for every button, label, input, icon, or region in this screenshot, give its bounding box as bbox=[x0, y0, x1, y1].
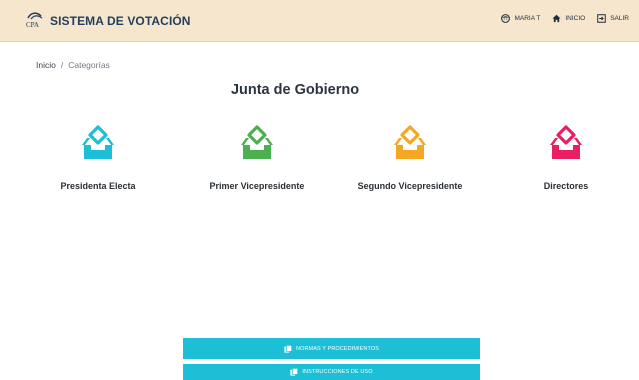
instructions-button-label: INSTRUCCIONES DE USO bbox=[302, 369, 373, 375]
app-title: SISTEMA DE VOTACIÓN bbox=[50, 14, 191, 28]
documents-icon bbox=[290, 368, 299, 376]
app-header: CPA SISTEMA DE VOTACIÓN MARIA T INICIO S… bbox=[0, 0, 639, 42]
logo-text: CPA bbox=[26, 21, 39, 29]
home-link[interactable]: INICIO bbox=[552, 14, 585, 23]
ballot-box-icon bbox=[550, 125, 582, 159]
ballot-box-icon bbox=[241, 125, 273, 159]
user-name: MARIA T bbox=[514, 15, 541, 22]
ballot-box-icon bbox=[82, 125, 114, 159]
breadcrumb-home[interactable]: Inicio bbox=[36, 60, 56, 70]
logout-link[interactable]: SALIR bbox=[597, 14, 629, 23]
logout-icon bbox=[597, 14, 606, 23]
logout-label: SALIR bbox=[610, 15, 629, 22]
norms-button[interactable]: NORMAS Y PROCEDIMIENTOS bbox=[183, 338, 480, 359]
category-directores[interactable]: Directores bbox=[486, 123, 639, 191]
norms-button-label: NORMAS Y PROCEDIMIENTOS bbox=[296, 345, 379, 352]
category-primer-vicepresidente[interactable]: Primer Vicepresidente bbox=[177, 123, 337, 191]
cpa-logo: CPA bbox=[25, 11, 45, 31]
breadcrumb: Inicio / Categorías bbox=[36, 60, 110, 70]
home-icon bbox=[552, 14, 561, 23]
breadcrumb-current: Categorías bbox=[68, 60, 110, 70]
category-label: Directores bbox=[543, 181, 589, 191]
home-label: INICIO bbox=[565, 15, 586, 22]
brand[interactable]: CPA SISTEMA DE VOTACIÓN bbox=[25, 11, 191, 31]
page-title: Junta de Gobierno bbox=[230, 82, 360, 98]
category-segundo-vicepresidente[interactable]: Segundo Vicepresidente bbox=[330, 123, 490, 191]
documents-icon bbox=[284, 344, 292, 353]
instructions-button[interactable]: INSTRUCCIONES DE USO bbox=[183, 364, 480, 380]
category-label: Presidenta Electa bbox=[60, 181, 136, 191]
breadcrumb-separator: / bbox=[60, 60, 64, 70]
user-face-icon bbox=[501, 14, 511, 23]
category-presidenta-electa[interactable]: Presidenta Electa bbox=[18, 123, 178, 191]
ballot-box-icon bbox=[394, 125, 426, 159]
user-menu[interactable]: MARIA T bbox=[501, 14, 540, 23]
category-label: Segundo Vicepresidente bbox=[357, 181, 463, 191]
top-nav: MARIA T INICIO SALIR bbox=[489, 14, 629, 23]
category-label: Primer Vicepresidente bbox=[209, 181, 305, 191]
